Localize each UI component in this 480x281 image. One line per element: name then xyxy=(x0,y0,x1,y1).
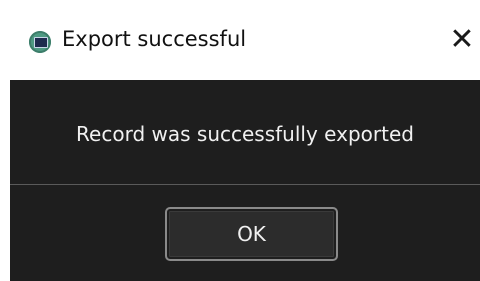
window-title: Export successful xyxy=(62,27,247,51)
ok-button[interactable]: OK xyxy=(165,207,338,261)
app-icon-screen xyxy=(34,37,48,48)
close-icon[interactable]: ✕ xyxy=(444,22,480,58)
dialog-window: Export successful ✕ Record was successfu… xyxy=(10,0,480,281)
dialog-content: Record was successfully exported OK xyxy=(10,80,480,281)
success-message: Record was successfully exported xyxy=(76,122,414,146)
divider xyxy=(10,184,480,185)
app-screen-icon xyxy=(29,31,51,53)
title-bar[interactable]: Export successful ✕ xyxy=(10,0,480,80)
